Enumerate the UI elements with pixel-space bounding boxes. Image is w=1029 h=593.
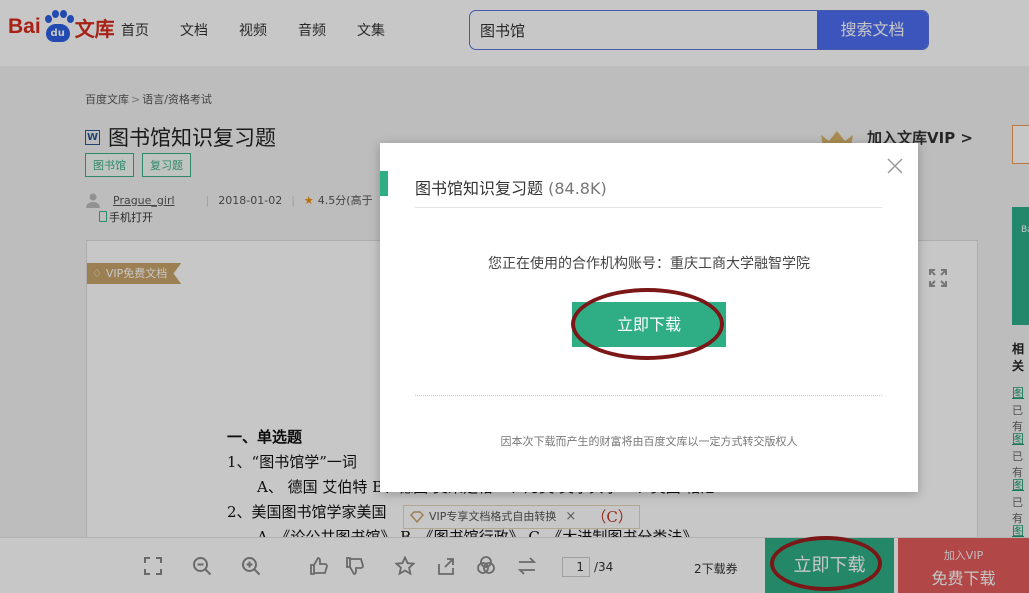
dialog-message: 您正在使用的合作机构账号：重庆工商大学融智学院 (488, 256, 810, 272)
dialog-accent (380, 171, 388, 196)
close-icon[interactable] (886, 157, 904, 175)
dialog-file-size: (84.8K) (548, 179, 607, 198)
dialog-dotted-divider (415, 395, 882, 396)
annotation-ring-dialog (571, 288, 724, 360)
dialog-doc-name: 图书馆知识复习题 (415, 179, 544, 198)
annotation-ring-toolbar (770, 536, 882, 591)
dialog-title: 图书馆知识复习题 (84.8K) (415, 175, 607, 199)
dialog-divider (415, 207, 882, 208)
dialog-note: 因本次下载而产生的财富将由百度文库以一定方式转交版权人 (500, 435, 798, 448)
